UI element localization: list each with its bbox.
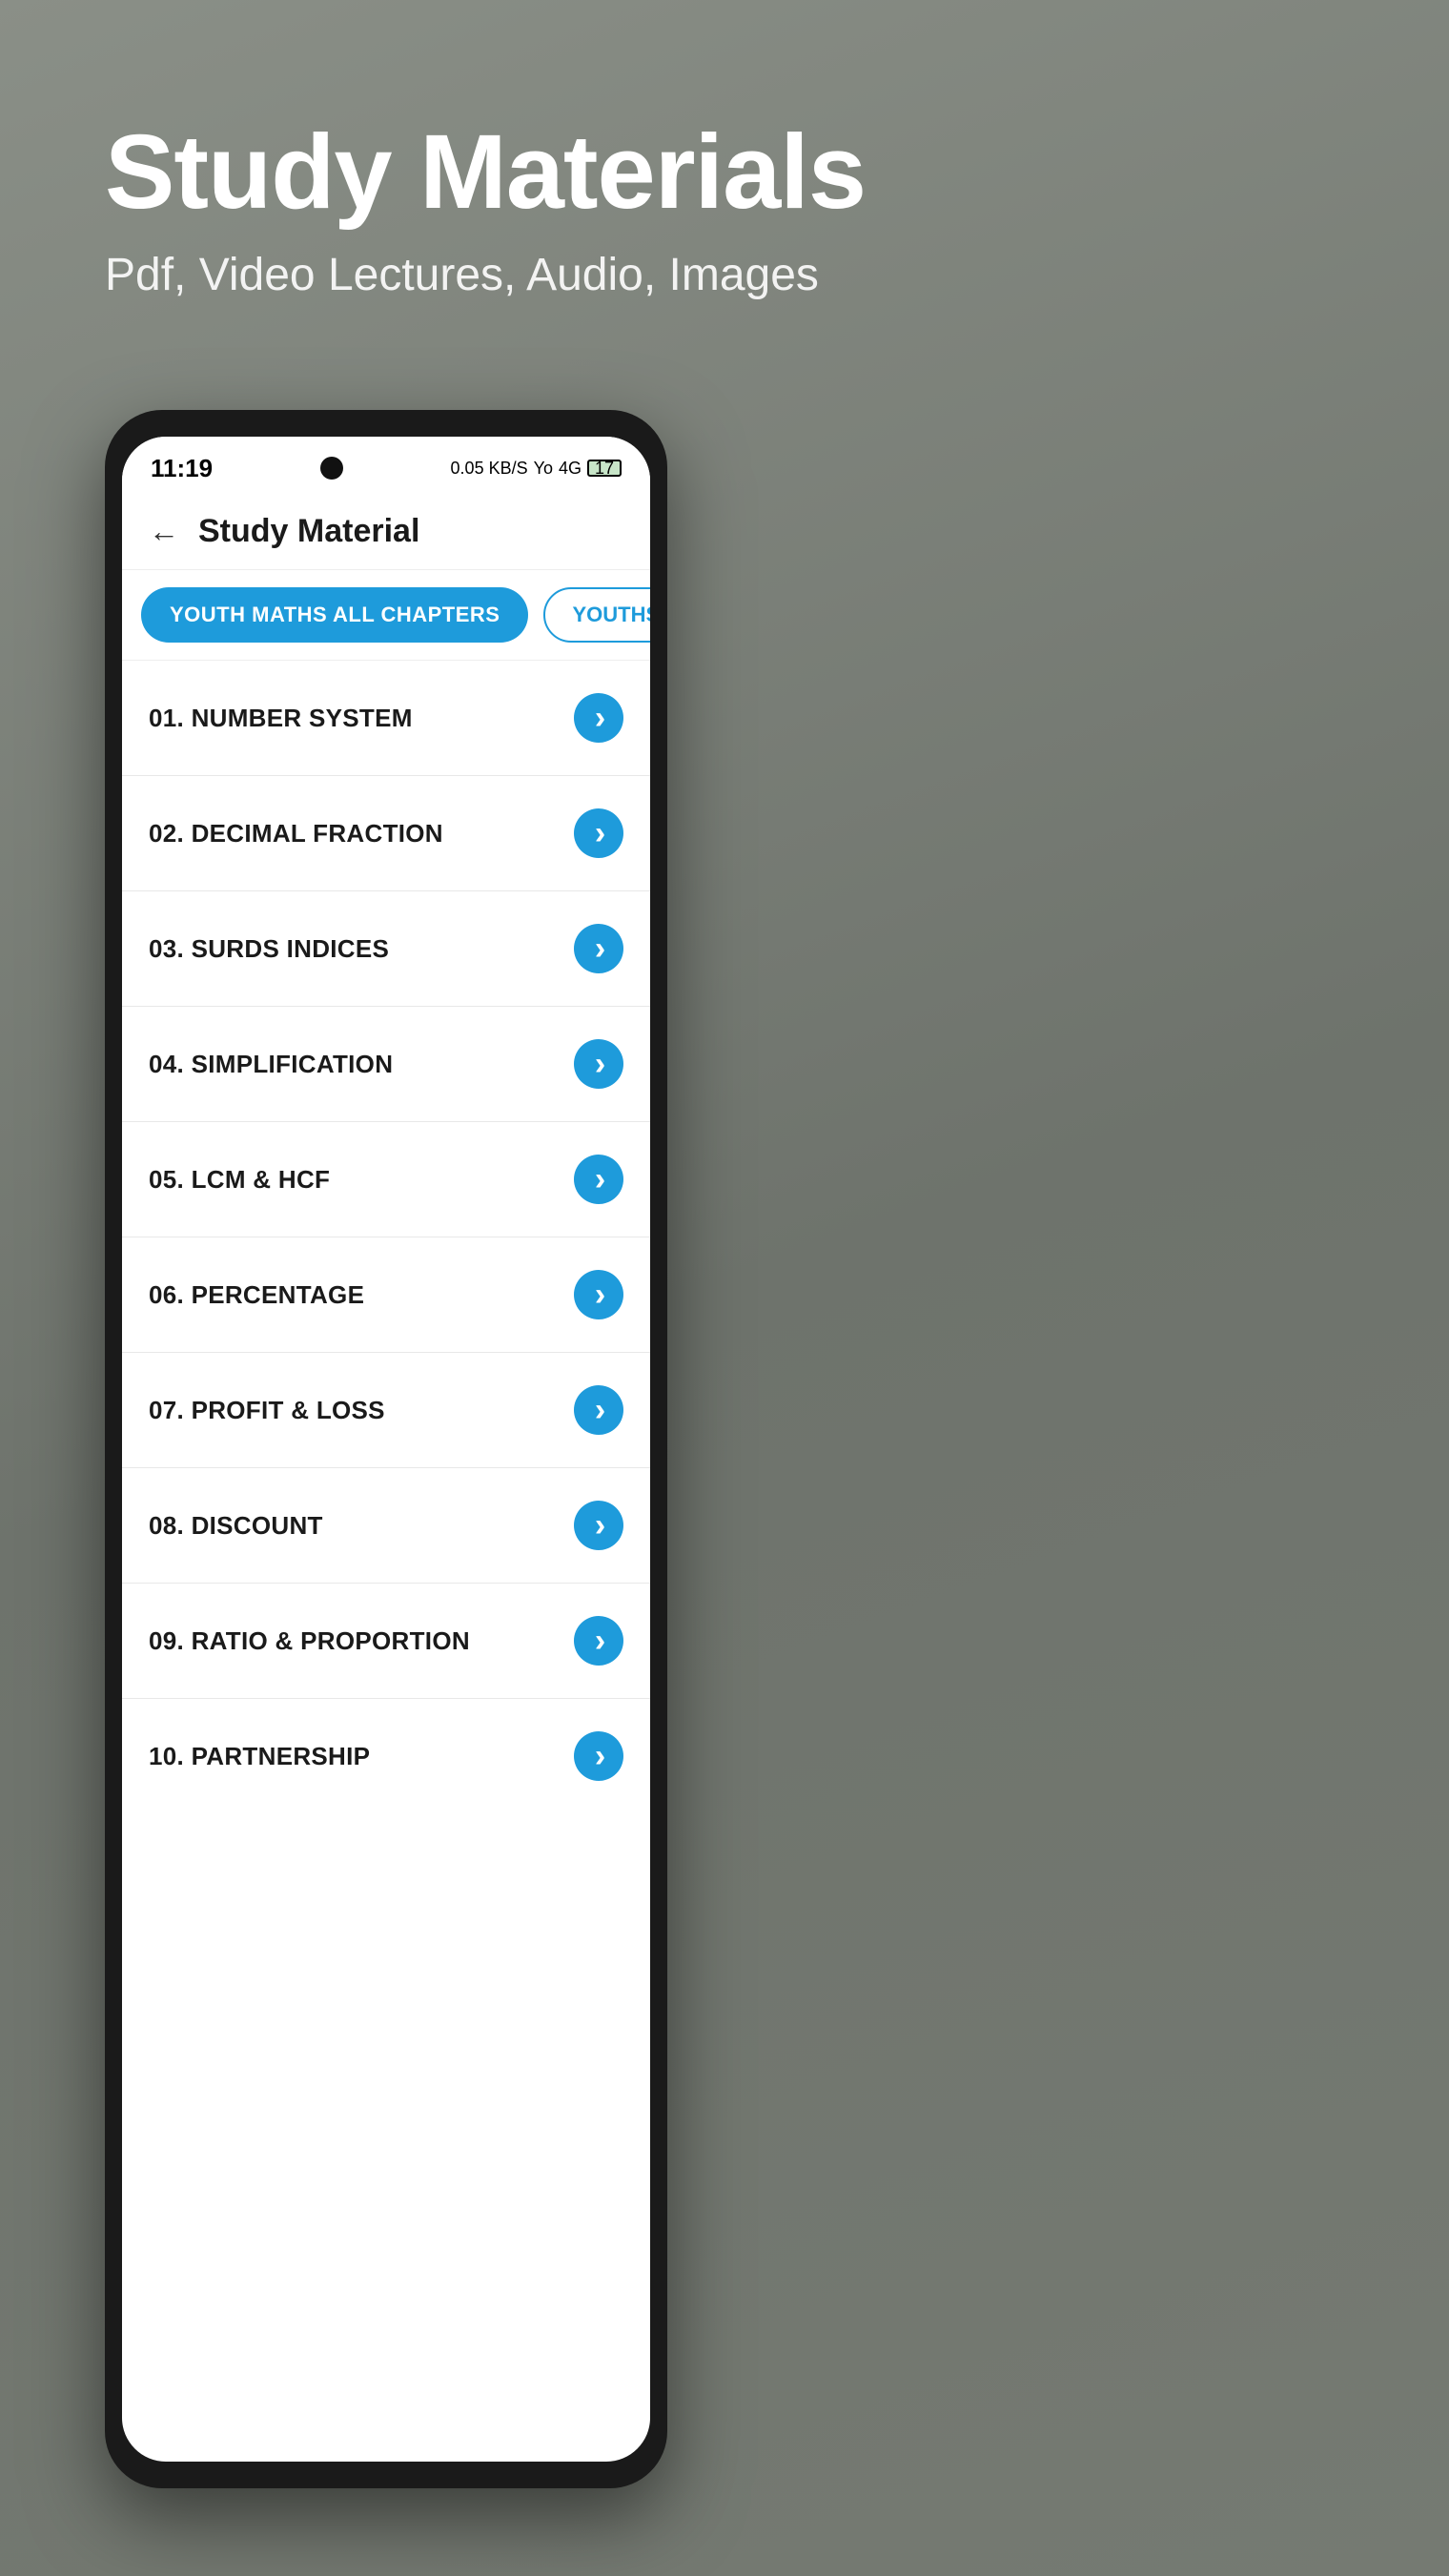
- chapter-item[interactable]: 09. RATIO & PROPORTION: [122, 1584, 650, 1699]
- phone-screen: 11:19 0.05 KB/S Yo 4G 17 ← Study Materia…: [122, 437, 650, 2462]
- tab-youth-reasoning[interactable]: YOUTHS REASONING: [543, 587, 650, 643]
- status-icons: 0.05 KB/S Yo 4G 17: [451, 459, 622, 479]
- status-time: 11:19: [151, 454, 213, 483]
- camera-dot: [320, 457, 343, 480]
- chapter-item[interactable]: 04. SIMPLIFICATION: [122, 1007, 650, 1122]
- carrier: Yo: [534, 459, 553, 479]
- chapter-item[interactable]: 06. PERCENTAGE: [122, 1237, 650, 1353]
- chapter-name: 08. DISCOUNT: [149, 1511, 323, 1541]
- chapter-name: 04. SIMPLIFICATION: [149, 1050, 393, 1079]
- app-title: Study Material: [198, 513, 419, 550]
- chapter-name: 01. NUMBER SYSTEM: [149, 704, 413, 733]
- chapter-name: 05. LCM & HCF: [149, 1165, 330, 1195]
- chapter-arrow-icon[interactable]: [574, 1501, 623, 1550]
- chapter-item[interactable]: 03. SURDS INDICES: [122, 891, 650, 1007]
- promo-subtitle: Pdf, Video Lectures, Audio, Images: [105, 249, 866, 301]
- chapter-arrow-icon[interactable]: [574, 693, 623, 743]
- battery-icon: 17: [587, 460, 622, 477]
- phone-wrapper: 11:19 0.05 KB/S Yo 4G 17 ← Study Materia…: [105, 410, 667, 2488]
- tab-youth-maths[interactable]: YOUTH MATHS ALL CHAPTERS: [141, 587, 528, 643]
- chapter-arrow-icon[interactable]: [574, 1270, 623, 1319]
- app-header: ← Study Material: [122, 494, 650, 570]
- chapter-arrow-icon[interactable]: [574, 1616, 623, 1666]
- data-speed: 0.05 KB/S: [451, 459, 528, 479]
- chapter-item[interactable]: 01. NUMBER SYSTEM: [122, 661, 650, 776]
- phone-frame: 11:19 0.05 KB/S Yo 4G 17 ← Study Materia…: [105, 410, 667, 2488]
- chapter-arrow-icon[interactable]: [574, 1731, 623, 1781]
- chapter-item[interactable]: 10. PARTNERSHIP: [122, 1699, 650, 1813]
- chapter-arrow-icon[interactable]: [574, 1385, 623, 1435]
- promo-header: Study Materials Pdf, Video Lectures, Aud…: [105, 114, 866, 301]
- chapter-name: 02. DECIMAL FRACTION: [149, 819, 443, 848]
- chapter-item[interactable]: 02. DECIMAL FRACTION: [122, 776, 650, 891]
- chapter-arrow-icon[interactable]: [574, 808, 623, 858]
- network-type: 4G: [559, 459, 582, 479]
- status-bar: 11:19 0.05 KB/S Yo 4G 17: [122, 437, 650, 494]
- chapter-name: 07. PROFIT & LOSS: [149, 1396, 385, 1425]
- chapter-item[interactable]: 08. DISCOUNT: [122, 1468, 650, 1584]
- back-button[interactable]: ←: [149, 514, 179, 549]
- chapter-item[interactable]: 07. PROFIT & LOSS: [122, 1353, 650, 1468]
- chapter-item[interactable]: 05. LCM & HCF: [122, 1122, 650, 1237]
- chapter-name: 06. PERCENTAGE: [149, 1280, 364, 1310]
- chapter-list: 01. NUMBER SYSTEM 02. DECIMAL FRACTION 03.…: [122, 661, 650, 1813]
- chapter-arrow-icon[interactable]: [574, 924, 623, 973]
- chapter-name: 09. RATIO & PROPORTION: [149, 1626, 470, 1656]
- promo-title: Study Materials: [105, 114, 866, 230]
- chapter-arrow-icon[interactable]: [574, 1155, 623, 1204]
- chapter-arrow-icon[interactable]: [574, 1039, 623, 1089]
- tab-bar: YOUTH MATHS ALL CHAPTERS YOUTHS REASONIN…: [122, 570, 650, 661]
- chapter-name: 03. SURDS INDICES: [149, 934, 389, 964]
- chapter-name: 10. PARTNERSHIP: [149, 1742, 370, 1771]
